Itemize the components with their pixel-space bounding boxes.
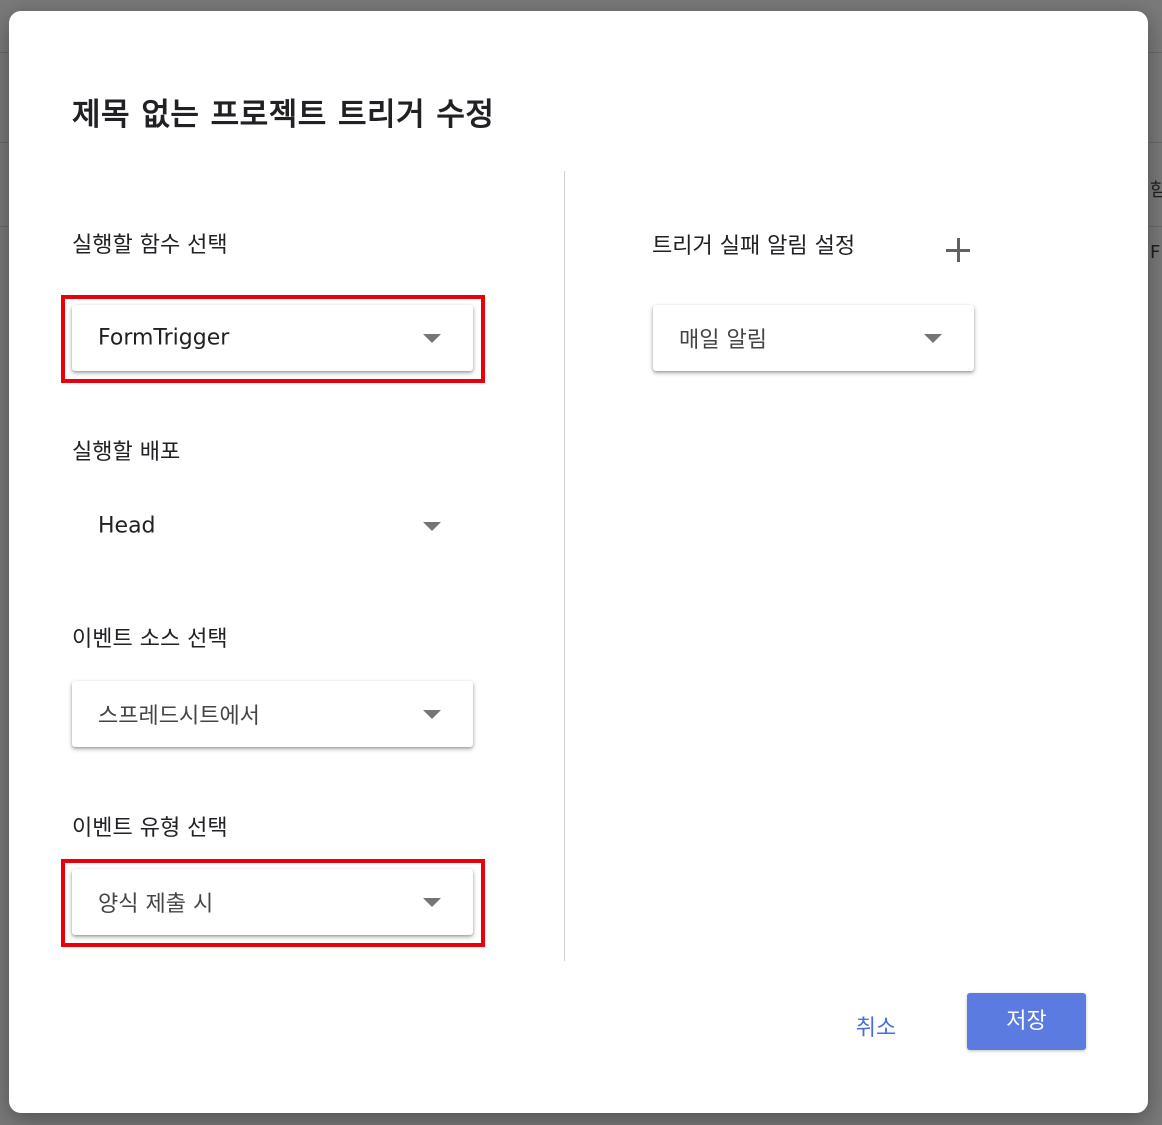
chevron-down-icon <box>423 898 441 907</box>
event-source-select[interactable]: 스프레드시트에서 <box>72 681 473 747</box>
event-type-select-value: 양식 제출 시 <box>98 892 214 917</box>
chevron-down-icon <box>924 334 942 343</box>
deployment-select[interactable]: Head <box>72 493 473 559</box>
chevron-down-icon <box>423 710 441 719</box>
failure-notification-select[interactable]: 매일 알림 <box>653 305 974 371</box>
dialog-title: 제목 없는 프로젝트 트리거 수정 <box>72 97 495 133</box>
edit-trigger-dialog: 제목 없는 프로젝트 트리거 수정 실행할 함수 선택 FormTrigger … <box>9 11 1148 1113</box>
chevron-down-icon <box>423 334 441 343</box>
function-select[interactable]: FormTrigger <box>72 305 473 371</box>
deployment-select-value: Head <box>98 513 156 539</box>
event-source-select-label: 이벤트 소스 선택 <box>72 627 228 652</box>
background-peek-text: F <box>1150 242 1161 263</box>
failure-notification-select-value: 매일 알림 <box>679 328 767 353</box>
chevron-down-icon <box>423 522 441 531</box>
cancel-button[interactable]: 취소 <box>821 1001 931 1057</box>
event-source-select-value: 스프레드시트에서 <box>98 704 260 729</box>
save-button[interactable]: 저장 <box>967 993 1086 1050</box>
function-select-value: FormTrigger <box>98 325 230 351</box>
event-type-select-label: 이벤트 유형 선택 <box>72 816 228 841</box>
function-select-label: 실행할 함수 선택 <box>72 233 228 258</box>
failure-notification-label: 트리거 실패 알림 설정 <box>652 234 856 259</box>
background-peek-text: 함 <box>1150 180 1162 201</box>
event-type-select[interactable]: 양식 제출 시 <box>72 869 473 935</box>
deployment-select-label: 실행할 배포 <box>72 440 181 465</box>
plus-icon[interactable] <box>937 229 979 271</box>
column-divider <box>564 171 565 961</box>
